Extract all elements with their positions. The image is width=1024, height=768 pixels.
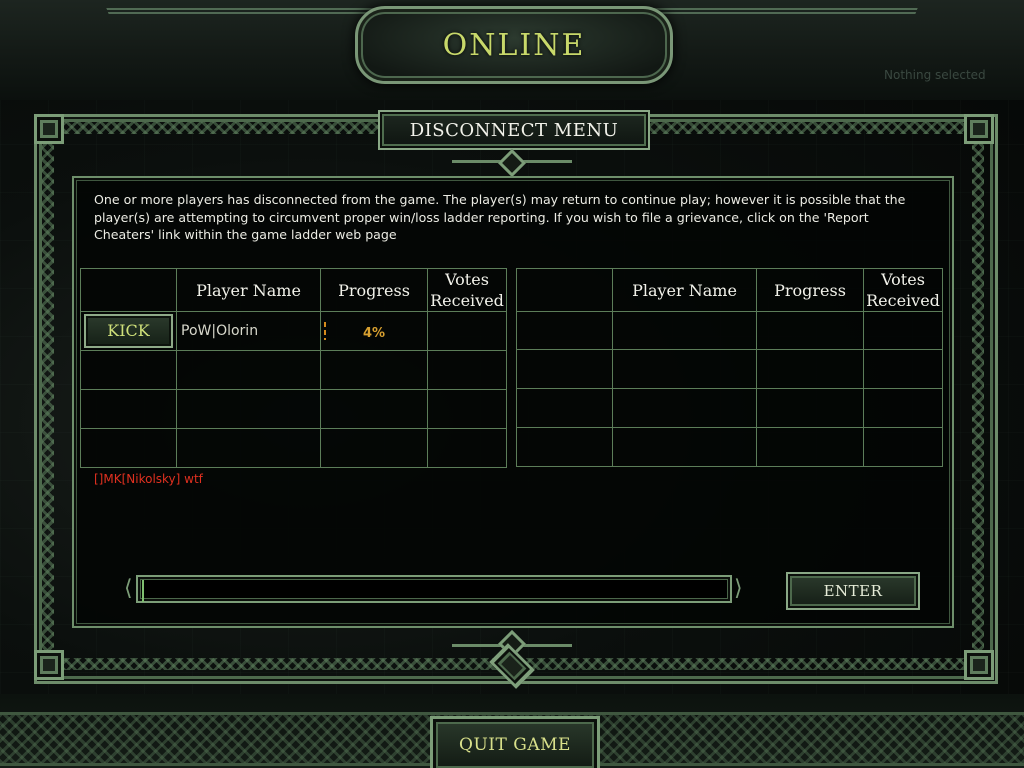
table-header-row: Player Name Progress Votes Received — [80, 268, 507, 312]
player-name-cell — [612, 388, 757, 428]
table-header-player-name: Player Name — [612, 268, 757, 312]
ghost-status-text: Nothing selected — [884, 68, 986, 82]
game-screen: ONLINE Nothing selected DISCONNECT MENU … — [0, 0, 1024, 768]
table-row — [80, 428, 507, 468]
chat-input-frame: ⟨ ⟩ — [124, 574, 744, 606]
kick-button[interactable]: KICK — [84, 314, 173, 348]
progress-indicator — [324, 322, 326, 340]
enter-button[interactable]: ENTER — [786, 572, 920, 610]
progress-cell — [756, 388, 864, 428]
player-name-cell: PoW|Olorin — [176, 311, 321, 351]
online-title-plate: ONLINE — [355, 6, 673, 84]
progress-cell — [320, 350, 428, 390]
progress-cell: 4% — [320, 311, 428, 351]
player-name-cell — [612, 311, 757, 350]
player-name-cell — [176, 350, 321, 390]
screen-title: ONLINE — [442, 27, 586, 63]
chat-input[interactable] — [136, 575, 732, 603]
votes-cell — [427, 428, 507, 468]
panel-title-plate: DISCONNECT MENU — [378, 110, 650, 150]
table-row: KICK PoW|Olorin 4% — [80, 311, 507, 351]
table-row — [516, 427, 943, 467]
table-header-row: Player Name Progress Votes Received — [516, 268, 943, 312]
votes-cell — [427, 389, 507, 429]
player-name-cell — [612, 349, 757, 389]
table-row — [80, 389, 507, 429]
votes-cell — [427, 350, 507, 390]
progress-cell — [756, 349, 864, 389]
progress-cell — [320, 389, 428, 429]
kick-cell — [80, 428, 177, 468]
left-player-table: Player Name Progress Votes Received KICK… — [80, 268, 507, 468]
votes-cell — [863, 311, 943, 350]
corner-ornament-icon — [34, 650, 64, 680]
chat-message: []MK[Nikolsky] wtf — [94, 472, 203, 486]
kick-cell — [516, 349, 613, 389]
kick-cell — [516, 427, 613, 467]
player-name-cell — [176, 428, 321, 468]
table-header-player-name: Player Name — [176, 268, 321, 312]
right-player-table: Player Name Progress Votes Received — [516, 268, 943, 467]
quit-game-button[interactable]: QUIT GAME — [430, 716, 600, 768]
table-header-cell — [80, 268, 177, 312]
player-name-cell — [612, 427, 757, 467]
corner-ornament-icon — [964, 650, 994, 680]
table-header-votes-received: Votes Received — [427, 268, 507, 312]
center-knot-ornament-icon — [478, 643, 546, 689]
input-cap-right-icon: ⟩ — [734, 576, 743, 601]
text-caret — [142, 580, 144, 602]
progress-cell — [320, 428, 428, 468]
top-ornament-decoration — [452, 148, 572, 191]
table-row — [516, 349, 943, 389]
table-header-votes-received: Votes Received — [863, 268, 943, 312]
kick-cell: KICK — [80, 311, 177, 351]
disconnect-message: One or more players has disconnected fro… — [94, 192, 906, 242]
input-cap-left-icon: ⟨ — [124, 576, 133, 601]
kick-cell — [80, 389, 177, 429]
table-header-progress: Progress — [756, 268, 864, 312]
table-row — [516, 311, 943, 350]
table-header-cell — [516, 268, 613, 312]
progress-cell — [756, 427, 864, 467]
corner-ornament-icon — [34, 114, 64, 144]
table-row — [516, 388, 943, 428]
table-row — [80, 350, 507, 390]
kick-cell — [516, 388, 613, 428]
votes-cell — [863, 388, 943, 428]
bottom-ornament-decoration — [452, 624, 572, 659]
progress-value: 4% — [362, 325, 386, 341]
progress-cell — [756, 311, 864, 350]
corner-ornament-icon — [964, 114, 994, 144]
kick-cell — [516, 311, 613, 350]
votes-cell — [863, 349, 943, 389]
votes-cell — [863, 427, 943, 467]
table-header-progress: Progress — [320, 268, 428, 312]
player-name-cell — [176, 389, 321, 429]
panel-title: DISCONNECT MENU — [409, 119, 619, 141]
votes-cell — [427, 311, 507, 351]
kick-cell — [80, 350, 177, 390]
